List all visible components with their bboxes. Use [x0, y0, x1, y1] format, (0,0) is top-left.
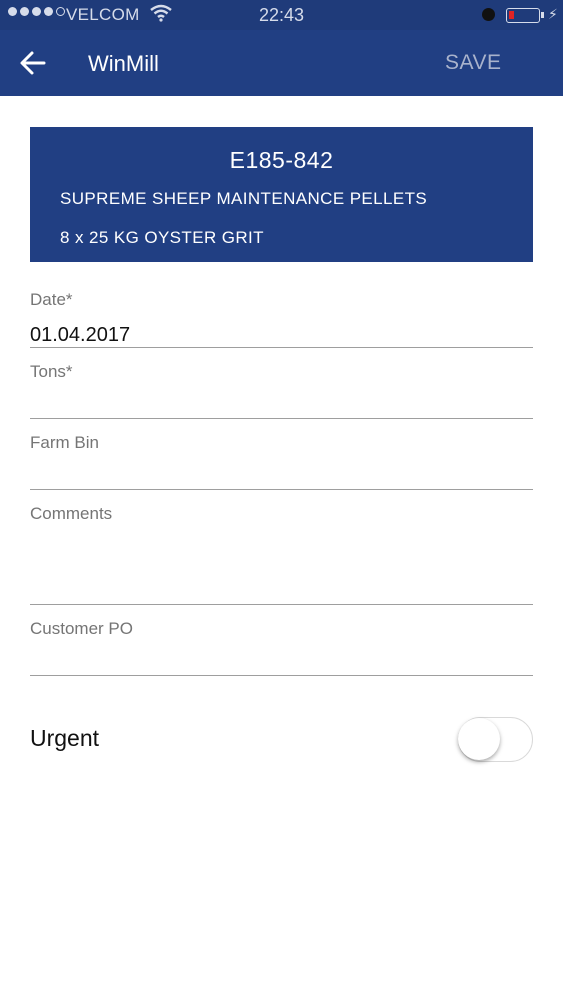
- date-field[interactable]: Date* 01.04.2017: [30, 290, 533, 350]
- status-time: 22:43: [258, 5, 305, 25]
- customer-po-underline: [30, 675, 533, 676]
- arrow-left-icon: [20, 51, 46, 75]
- bolt-icon: ⚡: [548, 6, 558, 22]
- status-bar: VELCOM 22:43 ⚡: [0, 0, 563, 30]
- urgent-toggle[interactable]: [458, 717, 533, 762]
- urgent-label: Urgent: [30, 725, 100, 751]
- battery-tip: [541, 12, 544, 18]
- product-name: SUPREME SHEEP MAINTENANCE PELLETS: [60, 189, 428, 208]
- app-bar: WinMill SAVE: [0, 30, 563, 96]
- farm-bin-label: Farm Bin: [30, 433, 99, 452]
- save-button[interactable]: SAVE: [445, 51, 501, 75]
- alarm-icon: [482, 8, 495, 21]
- tons-field[interactable]: Tons*: [30, 362, 533, 422]
- toggle-knob[interactable]: [458, 718, 500, 760]
- customer-po-field[interactable]: Customer PO: [30, 619, 533, 679]
- product-card: E185-842 SUPREME SHEEP MAINTENANCE PELLE…: [30, 127, 533, 262]
- product-pack: 8 x 25 KG OYSTER GRIT: [60, 228, 264, 247]
- tons-underline: [30, 418, 533, 419]
- customer-po-label: Customer PO: [30, 619, 133, 638]
- comments-underline: [30, 604, 533, 605]
- farm-bin-underline: [30, 489, 533, 490]
- date-input[interactable]: 01.04.2017: [30, 324, 130, 347]
- date-underline: [30, 347, 533, 348]
- comments-label: Comments: [30, 504, 113, 523]
- date-label: Date*: [30, 290, 73, 309]
- product-code: E185-842: [229, 147, 334, 173]
- battery-icon: [506, 8, 540, 23]
- back-button[interactable]: [14, 47, 52, 79]
- comments-field[interactable]: Comments: [30, 504, 533, 608]
- app-title: WinMill: [88, 51, 159, 76]
- tons-label: Tons*: [30, 362, 73, 381]
- farm-bin-field[interactable]: Farm Bin: [30, 433, 533, 493]
